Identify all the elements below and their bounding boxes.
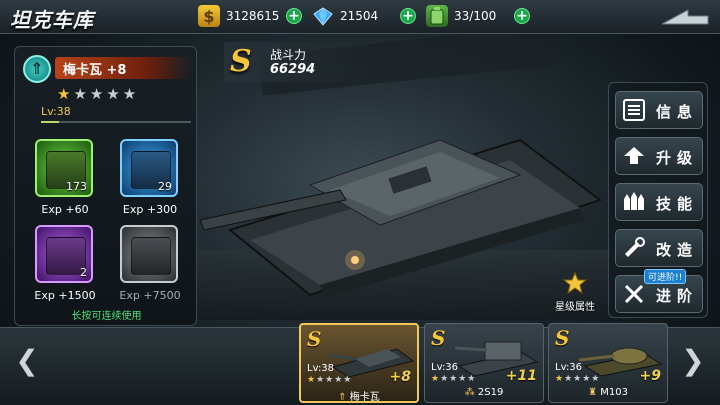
back-button[interactable] [658,6,712,28]
chevron-right-icon: ❯ [681,344,705,377]
power-label: 战斗力 [270,48,307,62]
exp-box-blue[interactable]: 29 [120,139,178,197]
exp-label: Exp +300 [122,203,178,216]
s-rank-icon: S [431,326,446,350]
modify-label: 改造 [656,241,699,259]
diamond-icon [312,5,334,27]
advance-tools-icon [624,284,644,304]
add-gold-button[interactable]: + [286,8,302,24]
advance-button[interactable]: 可进阶!! 进阶 [615,269,703,313]
card-stars: ★★★★★ [555,374,601,384]
fuel-value: 33/100 [454,9,497,23]
box-count: 173 [66,180,87,193]
exp-box-green[interactable]: 173 [35,139,93,197]
card-name: ⁂ 2S19 [464,387,504,398]
card-plus: +8 [389,369,411,385]
card-plus: +11 [505,368,537,384]
info-list-icon [623,99,645,121]
box-count: 29 [158,180,172,193]
page-title: 坦克车库 [10,8,94,32]
card-level: Lv:36 [555,362,583,373]
upgrade-button[interactable]: 升级 [615,137,703,175]
s-rank-icon: S [307,327,322,351]
top-bar: 坦克车库 $ 3128615 + 21504 + 33/100 + [0,0,720,34]
tank-card-m103[interactable]: S Lv:36 ★★★★★ +9 ♜ M103 [548,323,668,403]
fuel-can-icon [426,5,448,27]
advance-label: 进阶 [656,287,699,305]
s-rank-icon: S [555,326,570,350]
modify-button[interactable]: 改造 [615,229,703,267]
scroll-left-button[interactable]: ❮ [14,342,40,382]
card-stars: ★★★★★ [307,375,353,385]
s-rank-icon: S [230,44,252,79]
combat-power: S 战斗力 66294 [224,42,374,82]
skill-label: 技能 [656,195,699,213]
supply-crate-icon [131,237,171,275]
star-filled-icon: ★ [57,85,74,103]
power-value: 66294 [270,62,316,77]
add-diamond-button[interactable]: + [400,8,416,24]
exp-label: Exp +60 [41,203,89,216]
card-name: ♜ M103 [588,387,628,398]
tank-card-2s19[interactable]: S Lv:36 ★★★★★ +11 ⁂ 2S19 [424,323,544,403]
exp-label: Exp +7500 [119,289,181,302]
tank-name: 梅卡瓦 +8 [63,63,127,78]
card-level: Lv:38 [307,363,335,374]
card-plus: +9 [639,368,661,384]
upgrade-arrow-icon [624,147,644,164]
tank-info-panel: ⇑ 梅卡瓦 +8 ★★★★★ Lv:38 173 Exp +60 29 Exp … [14,46,197,326]
skill-missiles-icon [624,192,644,210]
advance-available-tag: 可进阶!! [644,269,687,284]
artillery-icon: ⁂ [464,387,475,398]
modify-wrench-icon [625,237,645,257]
card-level: Lv:36 [431,362,459,373]
exp-label: Exp +1500 [34,289,96,302]
tank-level: Lv:38 [41,105,71,118]
gold-resource: $ 3128615 + [198,5,302,27]
tank-shield-icon: ♜ [588,387,598,398]
star-emblem-icon [562,271,588,295]
exp-box-purple[interactable]: 2 [35,225,93,283]
tank-card-merkava[interactable]: S Lv:38 ★★★★★ +8 ⇑ 梅卡瓦 [299,323,419,403]
diamond-value: 21504 [340,9,379,23]
box-count: 2 [80,266,87,279]
card-name: ⇑ 梅卡瓦 [338,392,380,403]
chevron-left-icon: ❮ [15,344,39,377]
star-attribute-label: 星级属性 [555,302,595,313]
gold-coin-icon: $ [198,5,220,27]
gold-value: 3128615 [226,9,280,23]
fuel-resource: 33/100 + [426,5,530,27]
action-menu: 信息 升级 技能 改造 可进阶!! 进阶 [608,82,708,318]
skill-button[interactable]: 技能 [615,183,703,221]
upgrade-label: 升级 [656,149,699,167]
info-label: 信息 [656,103,699,121]
level-progress [41,121,191,123]
exp-box-gray[interactable] [120,225,178,283]
card-stars: ★★★★★ [431,374,477,384]
add-fuel-button[interactable]: + [514,8,530,24]
hold-hint: 长按可连续使用 [71,311,142,322]
rank-chevron-icon: ⇑ [23,55,51,83]
diamond-resource: 21504 + [312,5,416,27]
info-button[interactable]: 信息 [615,91,703,129]
scroll-right-button[interactable]: ❯ [680,342,706,382]
star-attribute-button[interactable]: 星级属性 [545,271,605,313]
tank-stars: ★★★★★ [57,85,139,103]
back-arrow-icon [661,9,709,25]
rank-chevron-icon: ⇑ [338,392,347,403]
star-empty-icon: ★★★★ [73,85,140,103]
